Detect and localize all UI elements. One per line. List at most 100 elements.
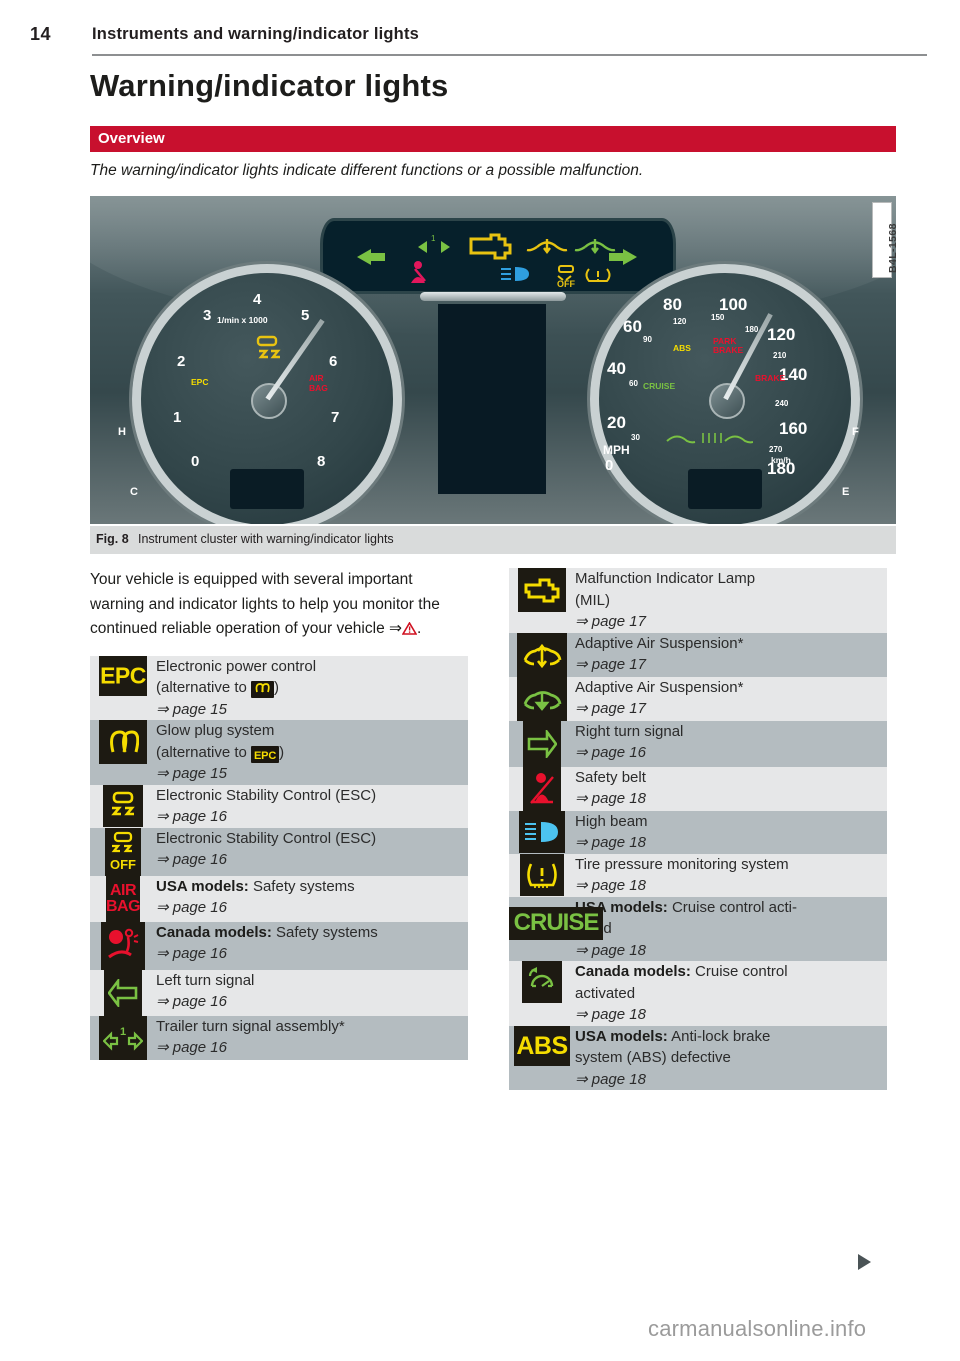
title-rest: Anti-lock brake [667,1027,771,1045]
light-title: Electronic Stability Control (ESC) [156,786,377,804]
title-rest: Cruise control [690,963,788,980]
light-title: Glow plug system [156,722,275,740]
table-row: Adaptive Air Suspension* ⇒ page 17 [509,676,887,721]
warning-triangle-icon [401,619,418,635]
table-row: Canada models: Safety systems ⇒ page 16 [90,921,468,970]
light-title-2: (MIL) [575,591,610,609]
icon-cell: EPC [90,655,156,721]
fuel-gauge-f-label: F [852,426,859,438]
epc-badge-text: EPC [254,749,277,762]
table-row: CRUISE USA models: Cruise control acti- … [509,896,887,961]
light-title: Electronic power control [156,657,317,675]
svg-text:1: 1 [431,234,436,243]
abs-text: ABS [516,1031,568,1060]
epc-icon: EPC [99,655,147,696]
light-title: High beam [575,812,648,830]
check-engine-mil-icon [518,568,566,612]
high-beam-icon [519,810,565,853]
table-row: Right turn signal ⇒ page 16 [509,720,887,767]
text-cell: Glow plug system (alternative to EPC) ⇒ … [156,720,468,785]
speedometer-dial: 80 100 60 120 40 140 20 160 0 180 120 15… [590,264,860,524]
figure-id-label: B4L-1568 [887,223,896,273]
model-lead: Canada models: [575,963,691,980]
light-title: Adaptive Air Suspension* [575,634,744,652]
left-lights-table: EPC Electronic power control (alternativ… [90,655,468,1060]
right-turn-signal-icon [523,720,561,767]
icon-cell: AIR BAG [90,875,156,922]
icon-cell [90,720,156,785]
light-title: Electronic Stability Control (ESC) [156,829,377,847]
figure-8: 1 OFF 4 3 5 2 6 1 7 0 8 1/min x 1000 EPC… [90,196,896,554]
tire-pressure-icon [520,853,564,896]
chapter-title: Instruments and warning/indicator lights [92,25,420,43]
text-cell: Tire pressure monitoring system ⇒ page 1… [575,853,887,897]
page-reference: ⇒ page 16 [156,945,227,963]
icon-cell [90,784,156,828]
icon-cell [509,568,575,633]
section-band-label: Overview [98,130,165,147]
title-rest: Safety systems [248,877,355,895]
light-title: Malfunction Indicator Lamp [575,570,756,587]
icon-cell [509,720,575,767]
page-reference: ⇒ page 17 [575,656,646,673]
text-cell: Left turn signal ⇒ page 16 [156,969,468,1016]
adaptive-air-suspension-up-icon [517,632,567,677]
esc-symbol-on-dial [256,335,281,359]
page-reference: ⇒ page 18 [575,1070,646,1088]
sub-suffix: ) [279,743,285,761]
light-title: Adaptive Air Suspension* [575,678,744,696]
text-cell: Electronic Stability Control (ESC) ⇒ pag… [156,784,468,828]
safety-belt-icon [523,766,561,811]
speedo-lcd [688,469,762,509]
abs-icon: ABS [514,1025,570,1066]
cluster-center-display [438,304,546,494]
sub-suffix: ) [274,679,280,697]
left-column: Your vehicle is equipped with several im… [90,568,468,1060]
text-cell: Trailer turn signal assembly* ⇒ page 16 [156,1015,468,1060]
continue-triangle-icon [858,1254,871,1270]
model-lead: Canada models: [156,923,272,941]
text-cell: USA models: Cruise control acti- vated ⇒… [575,896,887,961]
icon-cell: 1 [90,1015,156,1060]
light-title: Left turn signal [156,971,255,989]
page-reference: ⇒ page 18 [575,834,646,851]
light-title: Trailer turn signal assembly* [156,1017,345,1035]
light-title: Canada models: Cruise control [575,961,887,983]
table-row: ABS USA models: Anti-lock brake system (… [509,1025,887,1090]
page-reference: ⇒ page 17 [575,700,646,717]
temp-gauge-h-label: H [118,426,126,438]
esc-icon [103,784,143,827]
figure-id-tab: B4L-1568 [872,202,896,278]
icon-cell: ABS [509,1025,575,1090]
header-rule [92,54,927,56]
section-band: Overview [90,126,896,152]
page-reference: ⇒ page 18 [575,790,646,807]
esc-off-icon: OFF [105,827,141,876]
light-title: Canada models: Safety systems [156,922,468,944]
icon-cell [509,632,575,677]
glow-plug-icon [99,720,147,765]
table-row: Glow plug system (alternative to EPC) ⇒ … [90,720,468,785]
table-row: AIR BAG USA models: Safety systems ⇒ page… [90,875,468,922]
icon-cell [509,810,575,854]
svg-text:OFF: OFF [557,279,575,289]
temp-gauge-c-label: C [130,486,138,498]
table-row: High beam ⇒ page 18 [509,810,887,854]
icon-cell [509,961,575,1026]
text-cell: Adaptive Air Suspension* ⇒ page 17 [575,676,887,721]
intro-paragraph: Your vehicle is equipped with several im… [90,568,468,642]
page-reference: ⇒ page 18 [575,941,646,959]
text-cell: Canada models: Cruise control activated … [575,961,887,1026]
right-lights-table: Malfunction Indicator Lamp (MIL) ⇒ page … [509,568,887,1090]
trailer-turn-signal-icon: 1 [99,1015,147,1060]
icon-cell [90,921,156,970]
light-title: Right turn signal [575,722,684,740]
icon-cell [509,853,575,897]
page-reference: ⇒ page 18 [575,1006,646,1023]
page-reference: ⇒ page 16 [156,993,227,1011]
right-column: Malfunction Indicator Lamp (MIL) ⇒ page … [509,568,887,1090]
suspension-symbols-on-dial [666,433,753,444]
text-cell: USA models: Anti-lock brake system (ABS)… [575,1025,887,1090]
figure-caption-text: Instrument cluster with warning/indicato… [138,532,394,546]
cruise-text: CRUISE [513,909,600,937]
